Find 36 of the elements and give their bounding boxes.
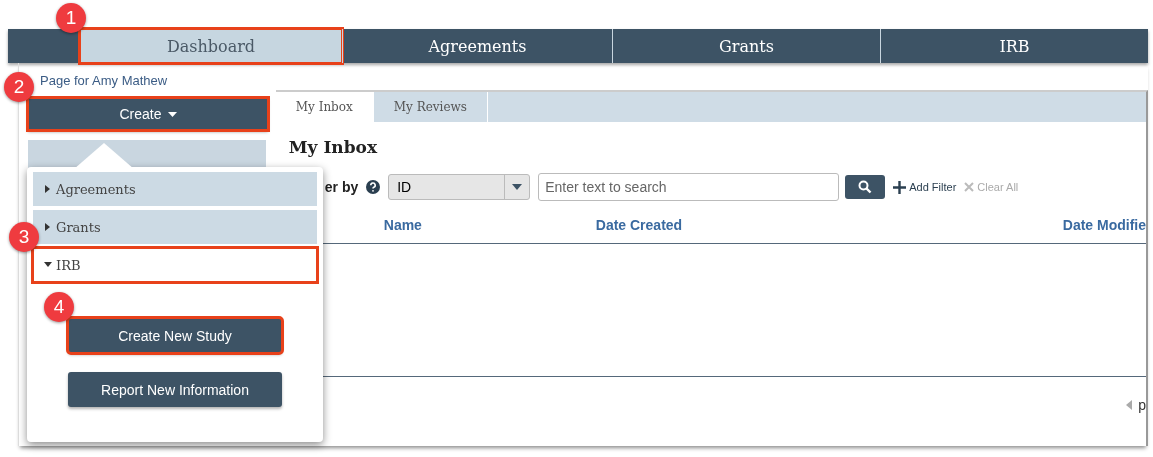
expand-icon [45,223,51,231]
expand-icon [44,262,52,268]
filter-dropdown[interactable]: ID [388,174,531,200]
column-header[interactable]: Date Created [595,217,1063,233]
filter-label: er by [324,179,359,195]
pager-text: p [1138,397,1146,413]
callout-badge: 2 [4,72,34,102]
owner-link[interactable]: Page for Amy Mathew [40,73,168,88]
callout-badge: 1 [56,3,86,33]
search-field[interactable]: Enter text to search [538,173,840,201]
search-button[interactable] [845,175,886,199]
search-icon [858,180,873,194]
close-icon [964,182,975,192]
menu-action-button[interactable]: Report New Information [68,372,282,407]
caret-icon [167,111,177,117]
menu-category[interactable]: Agreements [33,172,317,206]
column-header[interactable]: Date Modifie [1062,217,1146,233]
callout-badge: 3 [9,222,39,252]
expand-icon [45,185,51,193]
caret-icon [512,184,523,190]
inbox-tab[interactable]: My Inbox [275,92,374,122]
add-filter-link[interactable]: Add Filter [893,180,957,194]
inbox-heading: My Inbox [288,137,379,157]
nav-tab[interactable]: Dashboard [80,29,342,63]
menu-category[interactable]: Grants [33,210,317,244]
menu-category[interactable]: IRB [33,248,317,282]
nav-tab[interactable]: Grants [612,29,880,63]
inbox-tab[interactable]: My Reviews [373,92,488,122]
nav-tab[interactable]: Agreements [342,29,612,63]
plus-icon [893,180,907,194]
callout-badge: 4 [44,292,74,322]
help-icon[interactable] [366,180,381,194]
create-button[interactable]: Create [28,98,268,130]
column-header[interactable]: Name [383,217,596,233]
nav-tab[interactable]: IRB [880,29,1148,63]
menu-action-button[interactable]: Create New Study [68,318,282,353]
